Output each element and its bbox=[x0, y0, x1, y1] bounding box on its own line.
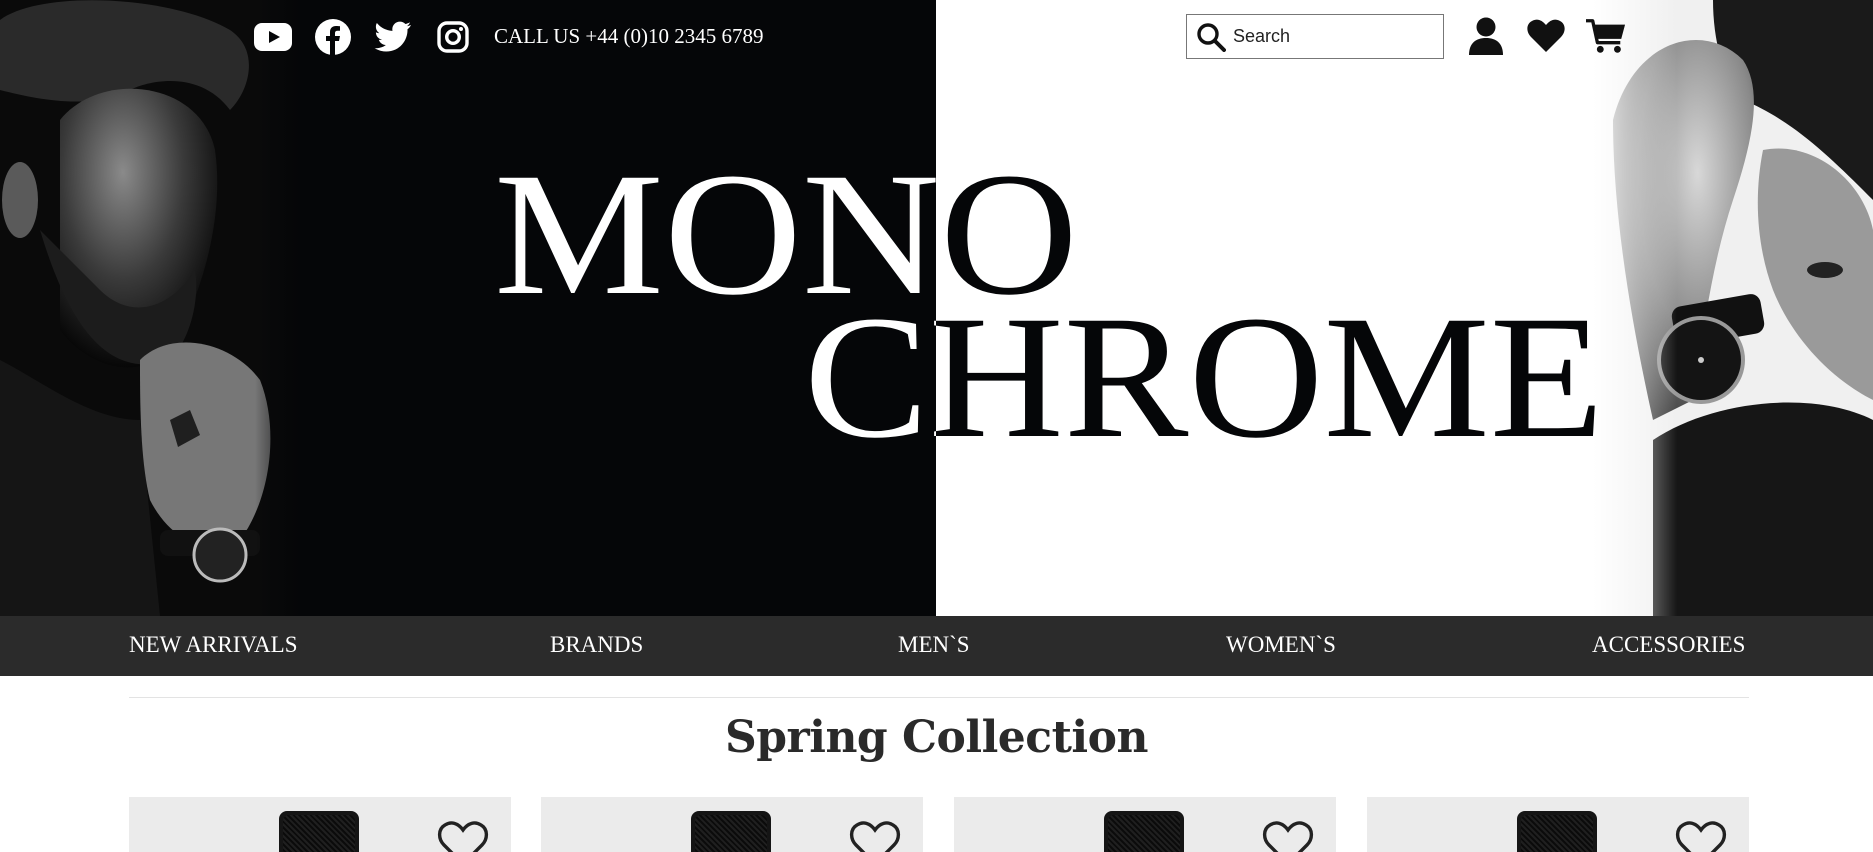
left-model-photo bbox=[0, 0, 300, 616]
user-actions bbox=[1466, 16, 1626, 56]
nav-item-accessories[interactable]: ACCESSORIES bbox=[1592, 632, 1745, 658]
cart-icon[interactable] bbox=[1586, 16, 1626, 56]
call-us-text: CALL US +44 (0)10 2345 6789 bbox=[494, 24, 764, 48]
product-image bbox=[691, 811, 771, 852]
nav-item-mens[interactable]: MEN`S bbox=[898, 632, 970, 658]
product-card[interactable] bbox=[129, 797, 511, 852]
heart-icon[interactable] bbox=[1526, 16, 1566, 56]
section-divider bbox=[129, 697, 1749, 698]
facebook-icon[interactable] bbox=[314, 18, 352, 56]
youtube-icon[interactable] bbox=[254, 18, 292, 56]
nav-item-new-arrivals[interactable]: NEW ARRIVALS bbox=[129, 632, 297, 658]
product-image bbox=[1104, 811, 1184, 852]
search-icon[interactable] bbox=[1195, 21, 1227, 53]
right-model-photo bbox=[1593, 0, 1873, 616]
heart-outline-icon[interactable] bbox=[1262, 821, 1314, 852]
product-card[interactable] bbox=[541, 797, 923, 852]
instagram-icon[interactable] bbox=[434, 18, 472, 56]
product-image bbox=[1517, 811, 1597, 852]
main-nav: NEW ARRIVALS BRANDS MEN`S WOMEN`S ACCESS… bbox=[0, 616, 1873, 676]
social-links bbox=[254, 18, 472, 56]
twitter-icon[interactable] bbox=[374, 18, 412, 56]
product-image bbox=[279, 811, 359, 852]
user-icon[interactable] bbox=[1466, 16, 1506, 56]
product-card[interactable] bbox=[1367, 797, 1749, 852]
heart-outline-icon[interactable] bbox=[1675, 821, 1727, 852]
search-box bbox=[1186, 14, 1444, 59]
hero-banner: CALL US +44 (0)10 2345 6789 MONO CHROME bbox=[0, 0, 1873, 616]
heart-outline-icon[interactable] bbox=[849, 821, 901, 852]
product-card[interactable] bbox=[954, 797, 1336, 852]
heart-outline-icon[interactable] bbox=[437, 821, 489, 852]
nav-item-brands[interactable]: BRANDS bbox=[550, 632, 643, 658]
search-input[interactable] bbox=[1233, 26, 1433, 47]
section-title: Spring Collection bbox=[725, 712, 1148, 763]
nav-item-womens[interactable]: WOMEN`S bbox=[1226, 632, 1336, 658]
